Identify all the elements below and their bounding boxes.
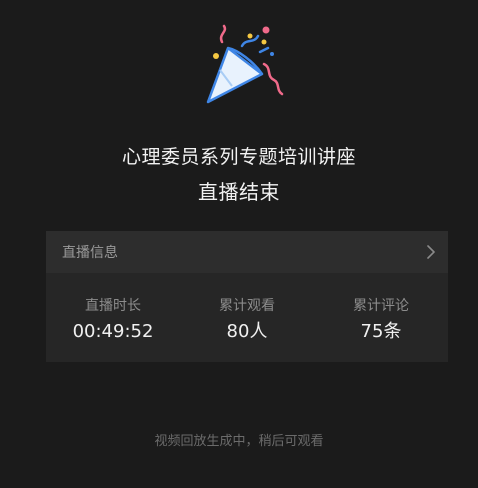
live-status: 直播结束 [198, 180, 280, 204]
live-info-label: 直播信息 [62, 245, 118, 261]
stat-value: 80人 [226, 321, 268, 342]
replay-note: 视频回放生成中，稍后可观看 [154, 434, 324, 449]
live-ended-page: 心理委员系列专题培训讲座 直播结束 直播信息 直播时长 00:49:52 累计观… [0, 0, 478, 488]
live-info-card: 直播信息 直播时长 00:49:52 累计观看 80人 累计评论 75条 [46, 231, 448, 362]
stat-label: 直播时长 [85, 298, 141, 314]
stat-value: 75条 [360, 321, 402, 342]
event-title: 心理委员系列专题培训讲座 [121, 146, 356, 168]
live-stats: 直播时长 00:49:52 累计观看 80人 累计评论 75条 [46, 273, 448, 362]
stat-label: 累计评论 [353, 298, 409, 314]
chevron-right-icon [427, 245, 435, 259]
stat-views: 累计观看 80人 [180, 273, 314, 343]
stat-duration: 直播时长 00:49:52 [46, 273, 180, 343]
stat-value: 00:49:52 [72, 321, 154, 342]
live-info-header[interactable]: 直播信息 [46, 231, 448, 273]
party-popper-icon [206, 24, 284, 104]
stat-comments: 累计评论 75条 [314, 273, 448, 343]
stat-label: 累计观看 [219, 298, 275, 314]
